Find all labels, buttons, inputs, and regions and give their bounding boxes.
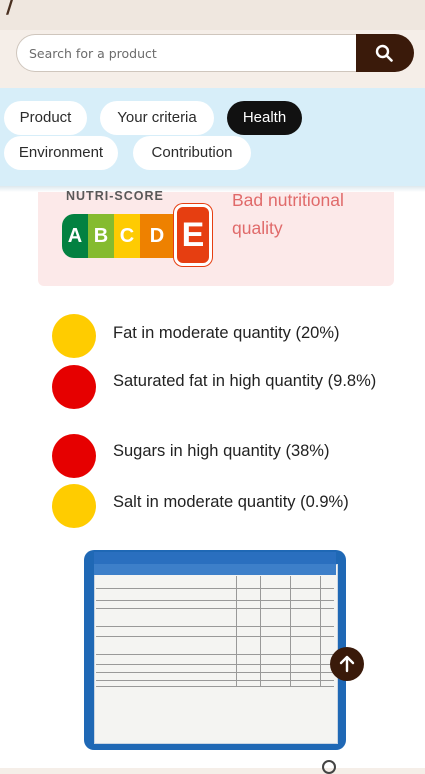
section-tabs: Product Your criteria Health Environment… xyxy=(0,88,425,188)
tab-health[interactable]: Health xyxy=(227,101,302,135)
grade-d-cell: D xyxy=(140,214,174,258)
photo-table-column xyxy=(290,576,291,686)
photo-header-band xyxy=(94,552,336,564)
grade-b-cell: B xyxy=(88,214,114,258)
nutrient-level-salt: Salt in moderate quantity (0.9%) xyxy=(52,484,412,528)
photo-table-line xyxy=(96,664,334,665)
partial-icon xyxy=(322,760,336,774)
moderate-level-dot-icon xyxy=(52,484,96,528)
photo-table-line xyxy=(96,636,334,637)
tab-contribution[interactable]: Contribution xyxy=(133,136,251,170)
photo-table-line xyxy=(96,654,334,655)
photo-header-band xyxy=(94,564,336,575)
photo-table-column xyxy=(236,576,237,686)
nutrient-level-fat: Fat in moderate quantity (20%) xyxy=(52,314,412,358)
photo-table-line xyxy=(96,672,334,673)
tab-your-criteria[interactable]: Your criteria xyxy=(100,101,214,135)
nutriscore-description: Bad nutritional quality xyxy=(232,190,344,238)
tab-product[interactable]: Product xyxy=(4,101,87,135)
search-bar xyxy=(16,34,414,72)
grade-a-cell: A xyxy=(62,214,88,258)
nutrient-level-text: Sugars in high quantity (38%) xyxy=(113,442,330,460)
photo-table-line xyxy=(96,600,334,601)
photo-table-column xyxy=(260,576,261,686)
grade-e-cell: E xyxy=(174,204,212,266)
high-level-dot-icon xyxy=(52,434,96,478)
nutrient-level-saturated-fat: Saturated fat in high quantity (9.8%) xyxy=(52,364,412,424)
nutrition-facts-photo[interactable] xyxy=(84,550,346,750)
photo-table-line xyxy=(96,588,334,589)
search-input[interactable] xyxy=(16,34,356,72)
moderate-level-dot-icon xyxy=(52,314,96,358)
tab-environment[interactable]: Environment xyxy=(4,136,118,170)
nutrient-level-text: Salt in moderate quantity (0.9%) xyxy=(113,493,349,511)
photo-table-line xyxy=(96,680,334,681)
top-bar: / xyxy=(0,0,425,30)
high-level-dot-icon xyxy=(52,365,96,409)
photo-table-line xyxy=(96,608,334,609)
scroll-to-top-button[interactable] xyxy=(330,647,364,681)
nutriscore-label: NUTRI-SCORE xyxy=(66,189,164,203)
photo-table-line xyxy=(96,686,334,687)
nutriscore-logo: A B C D E xyxy=(62,204,212,266)
nutrient-level-text: Fat in moderate quantity (20%) xyxy=(113,324,340,342)
nutrient-level-sugars: Sugars in high quantity (38%) xyxy=(52,434,412,478)
nutrient-level-text: Saturated fat in high quantity (9.8%) xyxy=(113,372,377,390)
grade-c-cell: C xyxy=(114,214,140,258)
photo-table-line xyxy=(96,626,334,627)
search-button[interactable] xyxy=(356,34,414,72)
photo-table-column xyxy=(320,576,321,686)
logo-fragment: / xyxy=(6,0,15,19)
